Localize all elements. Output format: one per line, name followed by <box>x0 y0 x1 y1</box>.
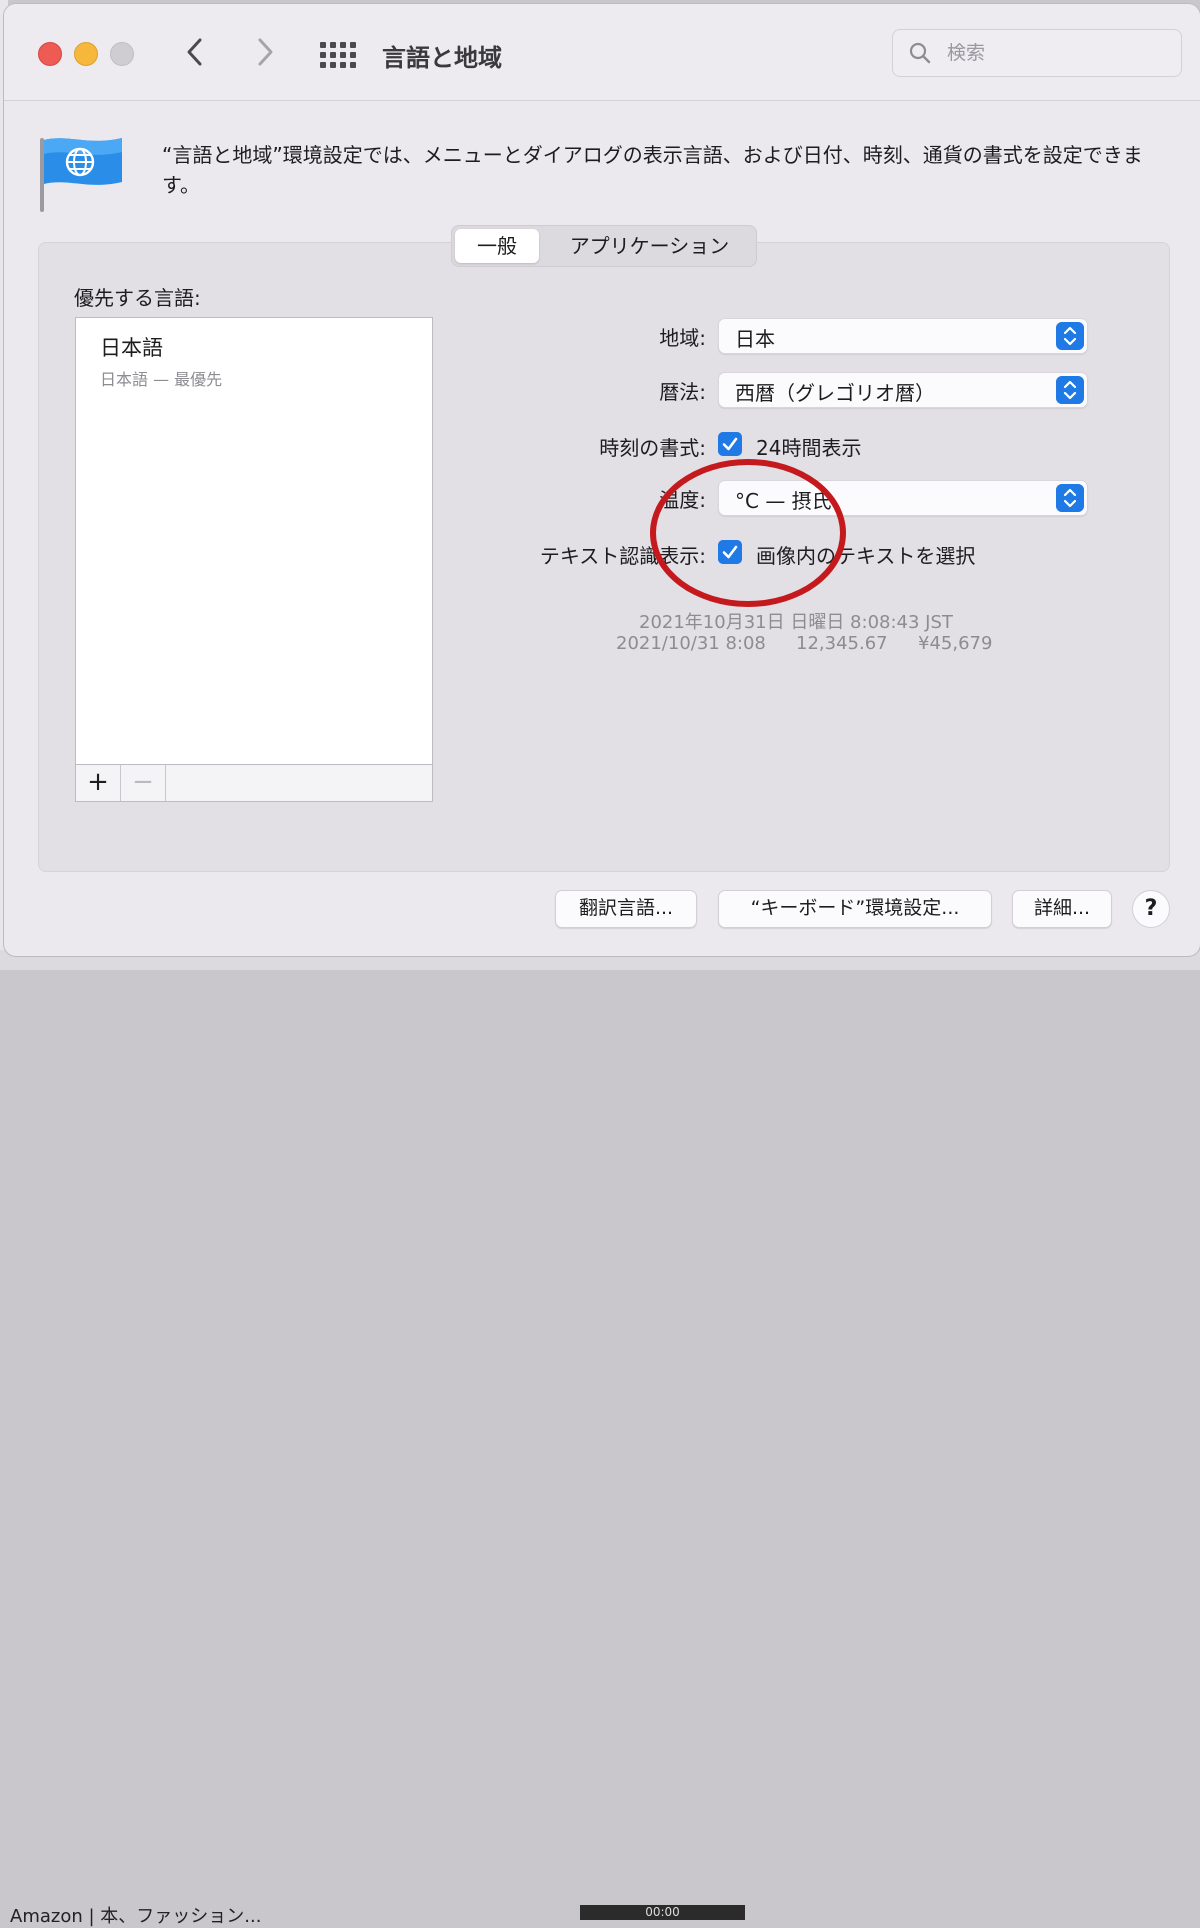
language-subtitle: 日本語 — 最優先 <box>100 370 223 389</box>
chevron-left-icon <box>187 38 202 66</box>
updown-chevron-icon <box>1056 322 1084 350</box>
region-label: 地域: <box>659 326 706 350</box>
calendar-value: 西暦（グレゴリオ暦） <box>735 381 935 405</box>
calendar-label: 暦法: <box>659 380 706 404</box>
remove-language-button[interactable]: − <box>121 765 166 801</box>
calendar-popup[interactable]: 西暦（グレゴリオ暦） <box>718 372 1088 408</box>
temperature-label: 温度: <box>659 488 706 512</box>
live-text-checkbox[interactable] <box>718 540 742 564</box>
live-text-checkbox-label[interactable]: 画像内のテキストを選択 <box>756 540 975 569</box>
search-field[interactable] <box>892 29 1182 77</box>
temperature-value: °C — 摂氏 <box>735 489 832 513</box>
sample-currency: ¥45,679 <box>918 633 993 654</box>
search-icon <box>909 42 931 64</box>
back-button[interactable] <box>184 34 204 74</box>
add-language-button[interactable]: + <box>76 765 121 801</box>
region-value: 日本 <box>735 327 775 351</box>
sample-number: 12,345.67 <box>796 633 888 654</box>
forward-button[interactable] <box>256 34 276 74</box>
globe-flag-icon <box>40 138 122 212</box>
keyboard-preferences-button[interactable]: “キーボード”環境設定... <box>718 890 992 928</box>
tab-control: 一般 アプリケーション <box>451 225 757 267</box>
search-input[interactable] <box>945 38 1169 68</box>
sample-date-short: 2021/10/31 8:08 <box>616 633 766 654</box>
preferred-languages-label: 優先する言語: <box>74 286 201 310</box>
background-tab-title: Amazon | 本、ファッション... <box>10 1906 262 1927</box>
time-format-label: 時刻の書式: <box>599 436 706 460</box>
sample-date-long: 2021年10月31日 日曜日 8:08:43 JST <box>639 612 953 633</box>
window-title: 言語と地域 <box>382 44 502 72</box>
close-window-button[interactable] <box>38 42 62 66</box>
zoom-window-button[interactable] <box>110 42 134 66</box>
temperature-popup[interactable]: °C — 摂氏 <box>718 480 1088 516</box>
updown-chevron-icon <box>1056 376 1084 404</box>
tab-applications[interactable]: アプリケーション <box>547 229 752 263</box>
live-text-label: テキスト認識表示: <box>539 544 706 568</box>
24-hour-checkbox-label[interactable]: 24時間表示 <box>756 432 861 461</box>
minimize-window-button[interactable] <box>74 42 98 66</box>
tab-general[interactable]: 一般 <box>455 229 539 263</box>
pane-description: “言語と地域”環境設定では、メニューとダイアログの表示言語、および日付、時刻、通… <box>162 143 1143 197</box>
show-all-grid-icon[interactable] <box>320 42 356 68</box>
advanced-button[interactable]: 詳細... <box>1012 890 1112 928</box>
background-clock: 00:00 <box>580 1905 745 1920</box>
24-hour-checkbox[interactable] <box>718 432 742 456</box>
title-bar: 言語と地域 <box>4 4 1200 101</box>
preferences-window: 言語と地域 “言語と地域”環境設定では、メニューとダイアログの表示言語、および日… <box>4 4 1200 956</box>
chevron-right-icon <box>258 38 273 66</box>
updown-chevron-icon <box>1056 484 1084 512</box>
region-popup[interactable]: 日本 <box>718 318 1088 354</box>
language-name: 日本語 <box>100 336 163 360</box>
help-button[interactable]: ? <box>1132 890 1170 928</box>
language-list-toolbar: + − <box>75 764 433 802</box>
preferred-languages-list[interactable]: 日本語 日本語 — 最優先 <box>75 317 433 765</box>
translation-languages-button[interactable]: 翻訳言語... <box>555 890 697 928</box>
